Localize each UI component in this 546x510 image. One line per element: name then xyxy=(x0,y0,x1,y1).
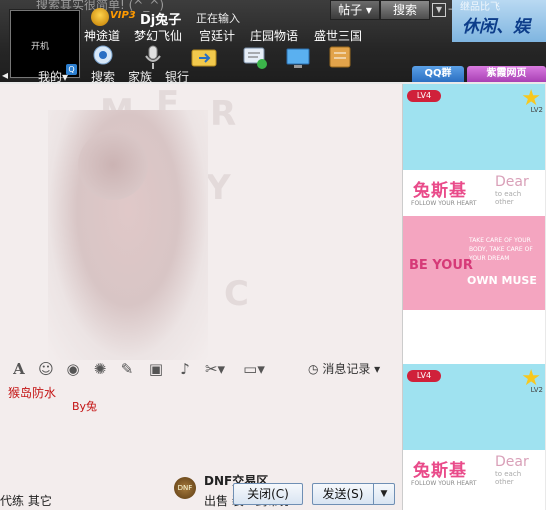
tab-menghuan[interactable]: 梦幻飞仙 xyxy=(134,27,182,44)
send-options-dropdown[interactable]: ▼ xyxy=(373,483,395,505)
menu-dropdown-icon[interactable]: ▼ xyxy=(432,3,446,17)
bg-deco-letter: R xyxy=(210,94,237,134)
shake-icon[interactable]: ✺ xyxy=(91,360,109,378)
take-care-text: TAKE CARE OF YOUR BODY, TAKE CARE OF YOU… xyxy=(469,237,533,262)
be-your-text: BE YOUR xyxy=(409,258,473,273)
nav-mine-label: 我的 xyxy=(38,70,63,84)
level-badge: LV4 xyxy=(407,370,441,382)
screenshot-scissors-icon[interactable]: ✂▾ xyxy=(202,360,228,378)
nav-mine[interactable]: 我的▾ xyxy=(38,68,68,85)
tie-label: 帖子 xyxy=(338,3,363,17)
tab-gongting[interactable]: 宫廷计 xyxy=(199,27,235,44)
microphone-icon[interactable] xyxy=(142,44,164,70)
tab-shentu[interactable]: 神途道 xyxy=(84,27,120,44)
image-icon[interactable]: ▣ xyxy=(147,360,165,378)
typing-status: 正在输入 xyxy=(196,12,240,25)
clock-icon: ◷ xyxy=(308,362,319,376)
vip-badge: VIP3 xyxy=(110,10,136,21)
dear-text: Dear xyxy=(495,174,529,190)
chat-bubble-icon[interactable] xyxy=(242,46,268,70)
penguin-icon xyxy=(91,8,109,26)
tab-purple-web[interactable]: 紫霞网页 xyxy=(467,66,546,82)
edit-icon[interactable]: ✎ xyxy=(118,360,136,378)
tab-zhuangyuan[interactable]: 庄园物语 xyxy=(250,27,298,44)
bg-deco-letter: Y xyxy=(206,168,231,208)
magic-face-icon[interactable]: ◉ xyxy=(64,360,82,378)
tab-qq-group[interactable]: QQ群 xyxy=(412,66,464,82)
app-box-icon[interactable] xyxy=(328,44,352,70)
emoji-icon[interactable]: ☺ xyxy=(37,360,55,378)
video-call-icon[interactable] xyxy=(90,44,116,68)
bg-deco-letter: C xyxy=(224,274,249,314)
search-button[interactable]: 搜索 xyxy=(380,0,430,20)
dear-text: Dear xyxy=(495,454,529,470)
tab-shengshi[interactable]: 盛世三国 xyxy=(314,27,362,44)
tie-button[interactable]: 帖子 ▾ xyxy=(330,0,380,20)
level2-label: LV2 xyxy=(530,386,543,394)
dnf-icon: DNF xyxy=(174,477,196,499)
ad-card-bottom[interactable]: LV4 ★ LV2 xyxy=(403,364,545,450)
message-record-label: 消息记录 xyxy=(322,362,371,376)
chat-watermark: 猴岛防水 xyxy=(8,386,57,400)
bottom-left-text: 代练 其它 xyxy=(0,494,52,508)
avatar-label: 开机 xyxy=(31,42,50,52)
level-badge: LV4 xyxy=(407,90,441,102)
ad-card-pink[interactable]: TAKE CARE OF YOUR BODY, TAKE CARE OF YOU… xyxy=(403,216,545,310)
dear-sub: to each other xyxy=(495,190,522,206)
brand-name: 兔斯基 xyxy=(413,461,467,481)
contact-nickname[interactable]: Dj兔子 xyxy=(140,9,181,28)
nav-family[interactable]: 家族 xyxy=(128,68,152,85)
close-button[interactable]: 关闭(C) xyxy=(233,483,303,505)
font-icon[interactable]: A xyxy=(10,360,28,378)
nav-bank[interactable]: 银行 xyxy=(165,68,189,85)
brand-name: 兔斯基 xyxy=(413,181,467,201)
follow-text: FOLLOW YOUR HEART xyxy=(411,480,477,487)
send-button[interactable]: 发送(S) xyxy=(312,483,374,505)
chat-author-note: By兔 xyxy=(72,400,98,413)
ad-panel: LV4 ★ LV2 兔斯基 Dear to each other FOLLOW … xyxy=(402,84,545,510)
message-record-button[interactable]: ◷ 消息记录 ▾ xyxy=(308,360,380,377)
remote-desktop-icon[interactable] xyxy=(285,46,311,70)
send-file-icon[interactable] xyxy=(191,46,217,68)
music-icon[interactable]: ♪ xyxy=(176,360,194,378)
top-banner[interactable]: 继品比飞 休闲、娱 xyxy=(452,0,546,42)
own-muse-text: OWN MUSE xyxy=(467,274,537,287)
banner-text: 休闲、娱 xyxy=(462,17,530,37)
background-photo-head xyxy=(78,130,148,200)
brand-block: 兔斯基 Dear to each other FOLLOW YOUR HEART xyxy=(411,454,541,502)
ad-card-top[interactable]: LV4 ★ LV2 xyxy=(403,84,545,170)
dear-sub: to each other xyxy=(495,470,522,486)
level2-label: LV2 xyxy=(530,106,543,114)
nav-left-arrow[interactable]: ◂ xyxy=(2,68,8,82)
nav-search[interactable]: 搜索 xyxy=(91,68,115,85)
follow-text: FOLLOW YOUR HEART xyxy=(411,200,477,207)
toolbox-icon[interactable]: ▭▾ xyxy=(240,360,268,378)
